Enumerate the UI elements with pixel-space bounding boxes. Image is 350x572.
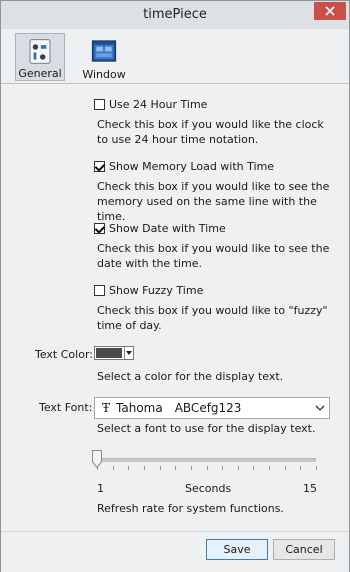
color-dropdown-arrow [124,347,133,359]
option-fuzzy-time-description: Check this box if you would like to "fuz… [97,304,328,332]
option-date[interactable]: Show Date with Time [94,222,226,235]
text-font-label: Text Font: [39,401,93,414]
save-button[interactable]: Save [206,539,268,560]
text-font-select[interactable]: Ŧ Tahoma ABCefg123 [94,397,330,419]
app-window: timePiece General Window Use 24 Hour Tim… [0,0,350,572]
option-24-hour-label: Use 24 Hour Time [109,98,208,111]
tab-general[interactable]: General [15,33,65,81]
truetype-font-icon: Ŧ [102,401,111,415]
slider-tick [269,466,271,470]
option-fuzzy-time[interactable]: Show Fuzzy Time [94,284,203,297]
text-color-description: Select a color for the display text. [97,370,284,383]
window-icon [91,40,117,62]
dialog-footer: Save Cancel [1,531,349,572]
slider-tick [128,466,130,470]
slider-tick [97,466,98,470]
refresh-slider-track[interactable] [97,458,316,462]
checkbox-memory-load[interactable] [94,161,105,172]
option-memory-load-description: Check this box if you would like to see … [97,180,330,223]
color-swatch [96,348,122,358]
toolbar: General Window [1,29,349,84]
font-name: Tahoma [116,401,163,415]
refresh-slider-ticks [97,466,317,471]
tab-general-label: General [18,67,62,80]
tab-window-label: Window [82,68,126,81]
slider-tick [284,466,286,470]
close-button[interactable] [314,2,346,20]
slider-tick [206,466,208,470]
option-24-hour[interactable]: Use 24 Hour Time [94,98,207,111]
slider-tick [143,466,145,470]
general-settings-panel: Use 24 Hour Time Check this box if you w… [1,84,349,531]
slider-unit-label: Seconds [185,482,232,495]
checkbox-date[interactable] [94,223,105,234]
chevron-down-icon [315,405,325,411]
text-font-description: Select a font to use for the display tex… [97,422,316,435]
slider-tick [175,466,177,470]
slider-tick [300,466,302,470]
option-memory-load[interactable]: Show Memory Load with Time [94,160,274,173]
chevron-down-icon [126,351,132,355]
slider-tick [190,466,192,470]
close-icon [325,6,335,16]
option-memory-load-label: Show Memory Load with Time [109,160,275,173]
option-date-label: Show Date with Time [109,222,226,235]
checkbox-24-hour[interactable] [94,99,105,110]
slider-tick [112,466,114,470]
slider-max-label: 15 [303,482,317,495]
window-title: timePiece [143,7,207,22]
text-color-label: Text Color: [35,348,93,361]
option-24-hour-description: Check this box if you would like the clo… [97,118,324,146]
general-settings-icon [29,39,51,64]
refresh-description: Refresh rate for system functions. [97,502,284,515]
option-fuzzy-time-label: Show Fuzzy Time [109,284,204,297]
title-bar[interactable]: timePiece [1,1,349,29]
slider-min-label: 1 [97,482,104,495]
font-sample: ABCefg123 [174,401,242,415]
slider-tick [253,466,255,470]
option-date-description: Check this box if you would like to see … [97,242,330,270]
cancel-button[interactable]: Cancel [273,539,335,560]
slider-tick [222,466,224,470]
slider-tick [316,466,317,470]
checkbox-fuzzy-time[interactable] [94,285,105,296]
slider-tick [159,466,161,470]
text-color-picker[interactable] [94,346,134,360]
slider-tick [237,466,239,470]
tab-window[interactable]: Window [81,33,127,81]
